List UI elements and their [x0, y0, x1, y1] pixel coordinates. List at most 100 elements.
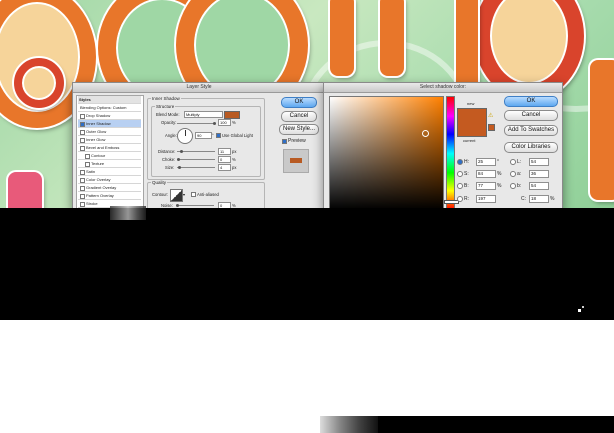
opacity-slider-thumb[interactable] — [213, 122, 216, 125]
new-style-button[interactable]: New Style... — [279, 124, 319, 135]
saturation-radio[interactable] — [457, 171, 463, 177]
angle-field[interactable]: 90 — [195, 132, 212, 139]
style-item-label: Texture — [91, 161, 105, 166]
style-item[interactable]: Bevel and Emboss — [78, 144, 141, 152]
structure-legend: Structure — [155, 104, 176, 109]
color-libraries-button[interactable]: Color Libraries — [504, 142, 558, 153]
red-field[interactable]: 197 — [476, 195, 496, 203]
choke-unit: % — [232, 157, 236, 162]
add-to-swatches-button[interactable]: Add To Swatches — [504, 125, 558, 136]
noise-block — [576, 303, 606, 320]
style-item-label: Color Overlay — [86, 177, 111, 182]
a-channel-label: a: — [517, 171, 522, 177]
color-field[interactable] — [329, 96, 444, 209]
styles-list: Styles Blending Options: Custom Drop Shad… — [76, 95, 144, 209]
hue-field[interactable]: 25 — [476, 158, 496, 166]
style-item[interactable]: Inner Glow — [78, 136, 141, 144]
layer-style-dialog: Layer Style Styles Blending Options: Cus… — [72, 82, 326, 210]
cancel-button[interactable]: Cancel — [504, 110, 558, 121]
saturation-unit: % — [497, 171, 502, 177]
blend-mode-select[interactable]: Multiply — [184, 111, 223, 118]
style-item[interactable]: Inner Shadow — [78, 120, 141, 128]
style-item[interactable]: Texture — [78, 160, 141, 168]
hue-label: H: — [464, 159, 469, 165]
current-color-swatch[interactable] — [457, 122, 487, 137]
brightness-field[interactable]: 77 — [476, 182, 496, 190]
style-item-checkbox[interactable] — [80, 193, 85, 199]
saturation-field[interactable]: 84 — [476, 170, 496, 178]
a-channel-field[interactable]: 36 — [529, 170, 549, 178]
opacity-field[interactable]: 100 — [218, 119, 231, 126]
size-slider[interactable] — [177, 166, 215, 169]
brightness-unit: % — [497, 183, 502, 189]
size-slider-thumb[interactable] — [178, 166, 181, 169]
quality-legend: Quality — [151, 180, 168, 185]
size-field[interactable]: 4 — [218, 164, 231, 171]
ok-button[interactable]: OK — [281, 97, 317, 108]
lightness-radio[interactable] — [510, 159, 516, 165]
hue-radio[interactable] — [457, 159, 463, 165]
style-item-checkbox[interactable] — [85, 161, 90, 167]
black-band — [0, 208, 614, 320]
style-item-checkbox[interactable] — [80, 137, 85, 143]
styles-header[interactable]: Styles — [78, 96, 141, 104]
choke-slider-thumb[interactable] — [177, 158, 180, 161]
lightness-field[interactable]: 54 — [529, 158, 549, 166]
chevron-down-icon[interactable]: ▾ — [183, 192, 185, 197]
style-item[interactable]: Drop Shadow — [78, 112, 141, 120]
shadow-color-swatch[interactable] — [224, 111, 240, 119]
brightness-radio[interactable] — [457, 183, 463, 189]
style-item-checkbox[interactable] — [80, 201, 85, 207]
style-item-label: Stroke — [86, 201, 98, 206]
cyan-label: C: — [521, 196, 526, 202]
noise-slider[interactable] — [176, 204, 214, 207]
style-item[interactable]: Contour — [78, 152, 141, 160]
noise-block — [110, 206, 146, 220]
choke-slider[interactable] — [177, 158, 215, 161]
style-item-checkbox[interactable] — [80, 169, 85, 175]
cancel-button[interactable]: Cancel — [281, 111, 317, 122]
preview-checkbox[interactable] — [282, 139, 287, 144]
style-item-label: Pattern Overlay — [86, 193, 114, 198]
style-item-checkbox[interactable] — [80, 145, 85, 151]
hue-slider[interactable] — [444, 96, 459, 209]
style-item[interactable]: Pattern Overlay — [78, 192, 141, 200]
style-item-label: Outer Glow — [86, 129, 107, 134]
web-safe-cube-icon[interactable] — [488, 124, 495, 131]
style-item-checkbox[interactable] — [80, 177, 85, 183]
contour-preview[interactable] — [170, 189, 183, 202]
inner-shadow-panel: Inner Shadow Structure Blend Mode: Multi… — [147, 96, 265, 180]
use-global-light-checkbox[interactable] — [216, 133, 221, 138]
style-item-checkbox[interactable] — [80, 113, 85, 119]
cyan-field[interactable]: 18 — [529, 195, 549, 203]
style-preview-box — [283, 149, 309, 173]
style-item[interactable]: Color Overlay — [78, 176, 141, 184]
angle-dial[interactable] — [177, 128, 193, 144]
distance-field[interactable]: 11 — [218, 148, 231, 155]
gamut-warning-icon[interactable]: ⚠ — [488, 112, 493, 119]
red-radio[interactable] — [457, 196, 463, 202]
noise-slider-thumb[interactable] — [176, 204, 179, 207]
style-item[interactable]: Blending Options: Custom — [78, 104, 141, 112]
style-item[interactable]: Gradient Overlay — [78, 184, 141, 192]
a-channel-radio[interactable] — [510, 171, 516, 177]
style-item-checkbox[interactable] — [80, 121, 85, 127]
style-item[interactable]: Outer Glow — [78, 128, 141, 136]
style-item-checkbox[interactable] — [80, 129, 85, 135]
color-cursor[interactable] — [422, 130, 429, 137]
angle-dial-needle — [185, 130, 186, 136]
b-channel-field[interactable]: 54 — [529, 182, 549, 190]
noise-pixel — [578, 309, 581, 312]
style-item[interactable]: Satin — [78, 168, 141, 176]
choke-field[interactable]: 0 — [218, 156, 231, 163]
opacity-slider[interactable] — [177, 122, 216, 125]
style-item-checkbox[interactable] — [80, 185, 85, 191]
style-item-checkbox[interactable] — [85, 153, 90, 159]
ok-button[interactable]: OK — [504, 96, 558, 107]
color-field-black-overlay — [330, 97, 443, 209]
letter-shape — [14, 58, 64, 108]
distance-slider[interactable] — [177, 150, 215, 153]
distance-slider-thumb[interactable] — [180, 150, 183, 153]
anti-aliased-checkbox[interactable] — [191, 192, 196, 197]
b-channel-radio[interactable] — [510, 183, 516, 189]
